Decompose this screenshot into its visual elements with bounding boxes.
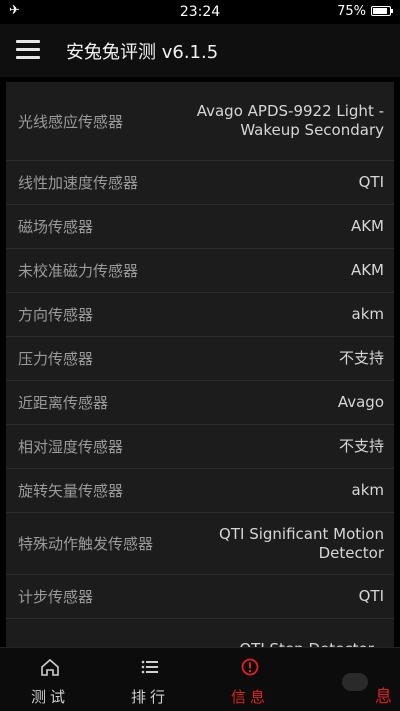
home-icon <box>41 658 59 676</box>
app-bar: 安兔兔评测 v6.1.5 <box>0 24 400 77</box>
battery-percentage: 75% <box>337 4 366 19</box>
sensor-value: akm <box>351 305 385 323</box>
sensor-label: 线性加速度传感器 <box>18 174 139 192</box>
sensor-value: AKM <box>350 261 384 279</box>
status-bar: ✈ 23:24 75% <box>0 0 400 24</box>
sensor-label: 光线感应传感器 <box>18 112 124 131</box>
menu-icon[interactable] <box>16 40 40 60</box>
sensor-label: 相对湿度传感器 <box>18 438 124 456</box>
list-item: 方向传感器 akm <box>6 293 394 337</box>
tab-label: 排行 <box>130 688 169 706</box>
list-item: 相对湿度传感器 不支持 <box>6 425 394 469</box>
app-title: 安兔兔评测 v6.1.5 <box>66 42 219 63</box>
tab-label: 信息 <box>230 688 269 706</box>
list-item: 旋转矢量传感器 akm <box>6 469 394 513</box>
info-icon <box>241 658 259 676</box>
battery-icon <box>371 6 393 16</box>
sensor-value: 不支持 <box>338 437 384 455</box>
sensor-value: 不支持 <box>338 349 384 367</box>
list-item: 光线感应传感器 Avago APDS-9922 Light -Wakeup Se… <box>6 82 394 161</box>
list-item: 磁场传感器 AKM <box>6 205 394 249</box>
list-item: 线性加速度传感器 QTI <box>6 161 394 205</box>
sensor-value: QTI <box>358 173 384 191</box>
sensor-label: 压力传感器 <box>18 350 94 368</box>
list-item: 特殊动作触发传感器 QTI Significant Motion Detecto… <box>6 513 394 575</box>
sensor-label: 方向传感器 <box>18 306 94 324</box>
tab-label: 测试 <box>30 688 69 706</box>
sensor-value: Avago APDS-9922 Light -Wakeup Secondary <box>196 102 384 139</box>
tab-ranking[interactable]: 排行 <box>100 648 200 711</box>
list-item: 未校准磁力传感器 AKM <box>6 249 394 293</box>
sensor-value: QTI <box>358 587 384 605</box>
overlay-label: 息 <box>375 687 392 707</box>
list-item: 压力传感器 不支持 <box>6 337 394 381</box>
sensor-info-content[interactable]: 光线感应传感器 Avago APDS-9922 Light -Wakeup Se… <box>0 77 400 648</box>
sensor-label: 计步传感器 <box>18 588 94 606</box>
sensor-label: 旋转矢量传感器 <box>18 482 124 500</box>
floating-chat-bubble[interactable] <box>342 673 368 691</box>
tab-info[interactable]: 信息 <box>200 648 300 711</box>
sensor-value: akm <box>351 481 385 499</box>
sensor-value: AKM <box>350 217 384 235</box>
sensor-label: 近距离传感器 <box>18 394 109 412</box>
bottom-nav: 测试 排行 信息 息 <box>0 647 400 711</box>
list-item: 计步传感器 QTI <box>6 575 394 619</box>
sensor-list: 光线感应传感器 Avago APDS-9922 Light -Wakeup Se… <box>6 82 394 648</box>
list-item: QTI Step Detector - <box>6 619 394 648</box>
sensor-label: 磁场传感器 <box>18 218 94 236</box>
sensor-value: Avago <box>337 393 384 411</box>
sensor-label: 特殊动作触发传感器 <box>18 535 154 553</box>
list-item: 近距离传感器 Avago <box>6 381 394 425</box>
sensor-label: 未校准磁力传感器 <box>18 262 139 280</box>
tab-test[interactable]: 测试 <box>0 648 100 711</box>
list-icon <box>141 660 158 674</box>
sensor-value: QTI Significant Motion Detector <box>219 524 384 562</box>
